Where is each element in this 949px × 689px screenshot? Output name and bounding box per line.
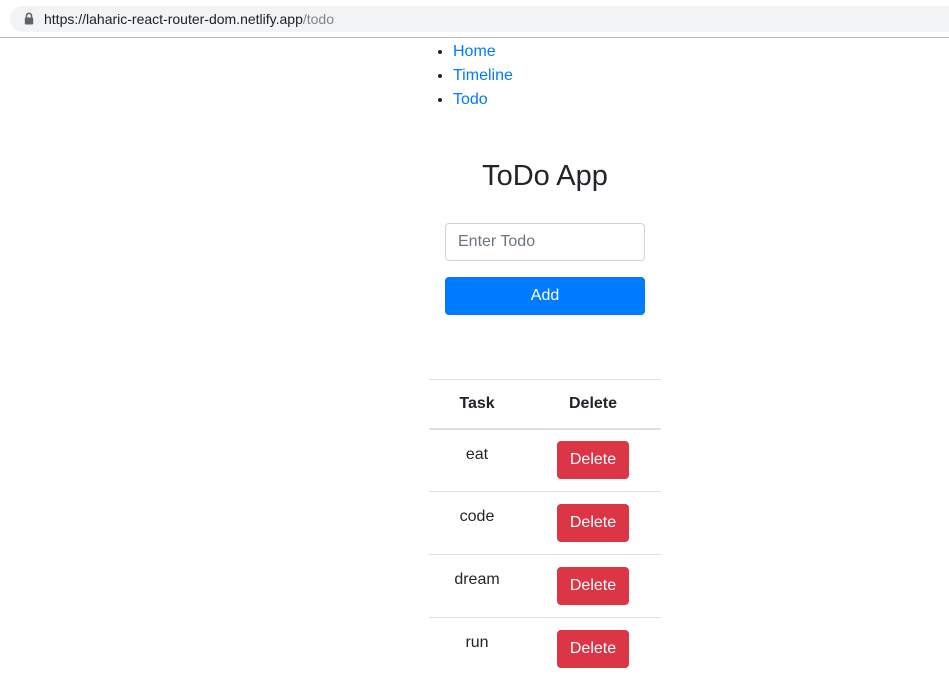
delete-button[interactable]: Delete [557,504,629,542]
delete-cell: Delete [525,429,661,492]
todo-table: Task Delete eat Delete code Delete dream… [429,379,661,681]
task-cell: code [429,491,525,555]
nav-item-home: Home [453,40,513,64]
url-field[interactable]: https://laharic-react-router-dom.netlify… [10,6,949,32]
table-row: eat Delete [429,429,661,492]
url-text[interactable]: https://laharic-react-router-dom.netlify… [44,11,334,27]
task-cell: dream [429,554,525,618]
todo-input[interactable] [445,223,645,261]
nav-link-todo[interactable]: Todo [453,91,488,108]
nav-link-home[interactable]: Home [453,43,496,60]
task-cell: run [429,617,525,681]
task-cell: eat [465,445,489,463]
delete-button[interactable]: Delete [557,567,629,605]
table-row: code Delete [429,491,661,555]
url-path: /todo [302,11,334,27]
nav-list: Home Timeline Todo [413,40,513,112]
header-delete: Delete [525,379,661,430]
delete-cell: Delete [525,554,661,618]
nav-link-timeline[interactable]: Timeline [453,67,513,84]
table-row: dream Delete [429,554,661,618]
nav-item-todo: Todo [453,88,513,112]
delete-button[interactable]: Delete [557,630,629,669]
nav-item-timeline: Timeline [453,64,513,88]
url-host: https://laharic-react-router-dom.netlify… [44,11,303,27]
table-header-row: Task Delete [429,379,661,430]
delete-cell: Delete [525,491,661,555]
delete-button[interactable]: Delete [557,441,629,480]
page-title: ToDo App [482,160,608,192]
lock-icon[interactable] [24,12,34,25]
header-task: Task [429,379,525,430]
add-button[interactable]: Add [445,277,645,315]
table-row: run Delete [429,617,661,681]
browser-address-bar: https://laharic-react-router-dom.netlify… [0,0,949,38]
delete-cell: Delete [525,617,661,681]
